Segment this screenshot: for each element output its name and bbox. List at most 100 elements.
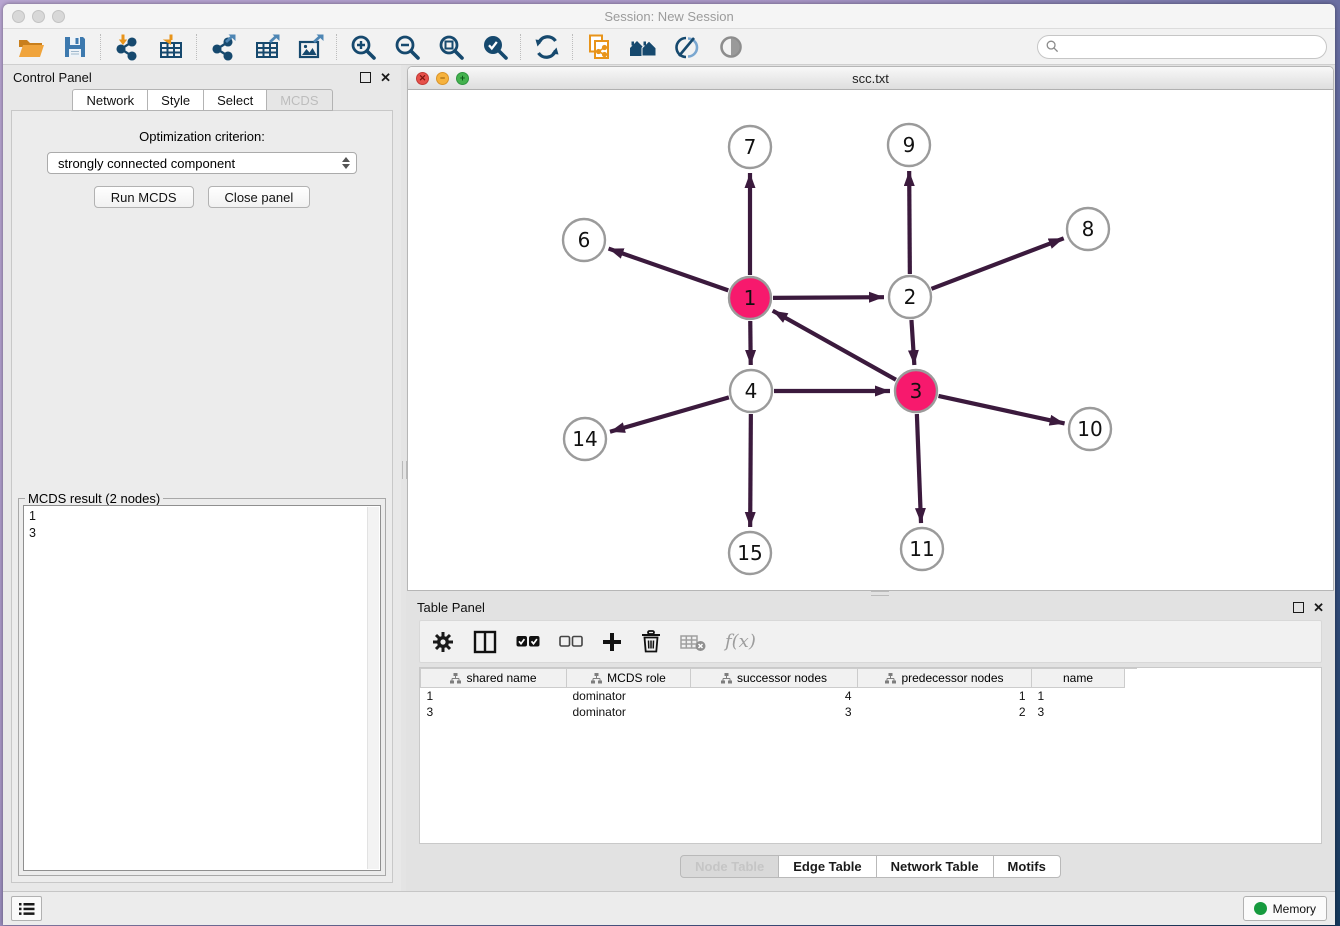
node-label: 10 (1077, 417, 1102, 441)
node-label: 2 (904, 285, 917, 309)
network-window-titlebar[interactable]: ✕ − + scc.txt (408, 67, 1333, 90)
tab-select[interactable]: Select (203, 89, 267, 111)
cell-name[interactable]: 3 (1032, 704, 1125, 720)
edge-2-8[interactable] (931, 238, 1063, 289)
add-row-icon[interactable] (602, 632, 622, 652)
zoom-fit-icon[interactable] (429, 30, 473, 63)
panel-menu-button[interactable] (11, 896, 42, 921)
list-icon (19, 902, 35, 916)
edge-3-11[interactable] (917, 414, 921, 523)
result-line: 1 (29, 508, 366, 525)
node-label: 9 (903, 133, 916, 157)
edge-4-15[interactable] (750, 414, 751, 527)
header-filler (1125, 669, 1137, 688)
tab-motifs[interactable]: Motifs (993, 855, 1061, 878)
gear-icon[interactable] (432, 631, 454, 653)
network-from-selection-icon[interactable] (577, 30, 621, 63)
export-table-icon[interactable] (245, 30, 289, 63)
network-window-title: scc.txt (408, 71, 1333, 86)
optimization-criterion-select[interactable]: strongly connected component (47, 152, 357, 174)
cell-successor-nodes[interactable]: 4 (691, 688, 858, 705)
import-table-icon[interactable] (149, 30, 193, 63)
export-image-icon[interactable] (289, 30, 333, 63)
result-scrollbar[interactable] (367, 507, 379, 869)
table-tabs: Node TableEdge TableNetwork TableMotifs (407, 855, 1334, 878)
delete-row-icon[interactable] (641, 630, 661, 653)
edge-2-3[interactable] (911, 320, 914, 365)
export-network-icon[interactable] (201, 30, 245, 63)
tab-node-table[interactable]: Node Table (680, 855, 779, 878)
open-session-icon[interactable] (9, 30, 53, 63)
table-panel: Table Panel ✕ f(x) shared nameMCDS roles… (407, 595, 1334, 891)
network-canvas[interactable]: 7968124314101511 (408, 90, 1333, 591)
node-label: 4 (745, 379, 758, 403)
tab-edge-table[interactable]: Edge Table (778, 855, 876, 878)
horizontal-splitter[interactable] (407, 591, 1334, 595)
edge-1-6[interactable] (609, 249, 729, 291)
edge-3-10[interactable] (938, 396, 1064, 424)
deselect-all-icon[interactable] (559, 635, 583, 648)
tab-network-table[interactable]: Network Table (876, 855, 994, 878)
tab-network[interactable]: Network (72, 89, 148, 111)
toolbar-separator (196, 34, 198, 60)
cell-shared-name[interactable]: 1 (421, 688, 567, 705)
node-table[interactable]: shared nameMCDS rolesuccessor nodesprede… (419, 667, 1322, 844)
edge-3-1[interactable] (773, 311, 896, 380)
selected-criterion: strongly connected component (58, 156, 235, 171)
close-panel-icon[interactable]: ✕ (380, 71, 391, 84)
column-header-MCDS-role[interactable]: MCDS role (567, 669, 691, 688)
window-title: Session: New Session (3, 9, 1335, 24)
table-float-panel-icon[interactable] (1293, 602, 1304, 613)
cell-predecessor-nodes[interactable]: 1 (858, 688, 1032, 705)
overview-icon[interactable] (709, 30, 753, 63)
import-network-icon[interactable] (105, 30, 149, 63)
columns-icon[interactable] (473, 630, 497, 654)
edge-2-9[interactable] (909, 171, 910, 274)
tab-style[interactable]: Style (147, 89, 204, 111)
network-graph[interactable]: 7968124314101511 (408, 90, 1334, 591)
cell-predecessor-nodes[interactable]: 2 (858, 704, 1032, 720)
zoom-out-icon[interactable] (385, 30, 429, 63)
table-row[interactable]: 1dominator411 (421, 688, 1137, 705)
node-label: 3 (910, 379, 923, 403)
table-panel-title: Table Panel (417, 600, 485, 615)
column-header-name[interactable]: name (1032, 669, 1125, 688)
search-box[interactable] (1037, 35, 1327, 59)
column-header-shared-name[interactable]: shared name (421, 669, 567, 688)
cell-name[interactable]: 1 (1032, 688, 1125, 705)
toolbar-separator (572, 34, 574, 60)
run-mcds-button[interactable]: Run MCDS (94, 186, 194, 208)
tab-mcds[interactable]: MCDS (266, 89, 332, 111)
memory-status-icon (1254, 902, 1267, 915)
zoom-selected-icon[interactable] (473, 30, 517, 63)
edge-1-2[interactable] (773, 297, 884, 298)
vertical-splitter[interactable] (401, 65, 406, 891)
network-maximize-icon[interactable]: + (456, 72, 469, 85)
control-panel-tabs: NetworkStyleSelectMCDS (3, 89, 401, 111)
cell-successor-nodes[interactable]: 3 (691, 704, 858, 720)
save-session-icon[interactable] (53, 30, 97, 63)
float-panel-icon[interactable] (360, 72, 371, 83)
mcds-result-textarea[interactable]: 13 (23, 505, 381, 871)
table-toolbar: f(x) (419, 620, 1322, 663)
node-label: 11 (909, 537, 934, 561)
cell-MCDS-role[interactable]: dominator (567, 704, 691, 720)
table-close-panel-icon[interactable]: ✕ (1313, 601, 1324, 614)
memory-button[interactable]: Memory (1243, 896, 1327, 921)
apply-layout-icon[interactable] (525, 30, 569, 63)
graphics-details-icon[interactable] (665, 30, 709, 63)
column-header-predecessor-nodes[interactable]: predecessor nodes (858, 669, 1032, 688)
edge-4-14[interactable] (610, 397, 729, 431)
search-input[interactable] (1064, 39, 1326, 55)
table-row[interactable]: 3dominator323 (421, 704, 1137, 720)
column-header-successor-nodes[interactable]: successor nodes (691, 669, 858, 688)
cell-shared-name[interactable]: 3 (421, 704, 567, 720)
select-all-icon[interactable] (516, 635, 540, 648)
zoom-in-icon[interactable] (341, 30, 385, 63)
network-close-icon[interactable]: ✕ (416, 72, 429, 85)
mcds-result-title: MCDS result (2 nodes) (25, 491, 163, 506)
close-panel-button[interactable]: Close panel (208, 186, 311, 208)
cell-MCDS-role[interactable]: dominator (567, 688, 691, 705)
first-neighbors-icon[interactable] (621, 30, 665, 63)
network-minimize-icon[interactable]: − (436, 72, 449, 85)
